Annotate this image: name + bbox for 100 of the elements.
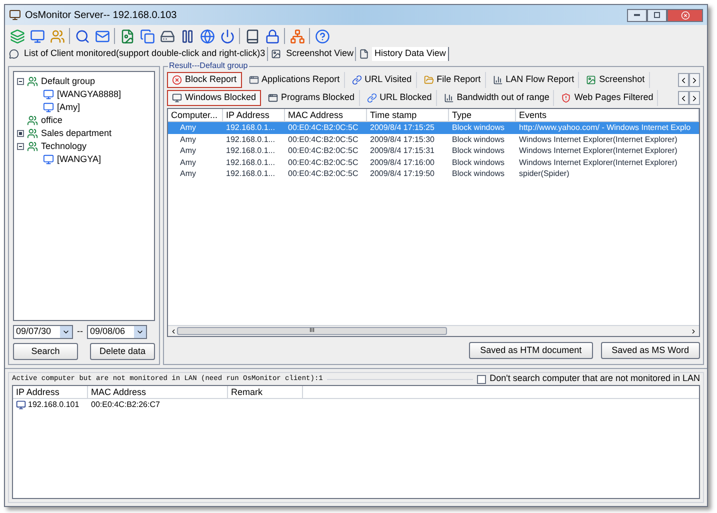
tree-item[interactable]: [WANGYA]: [57, 152, 102, 166]
table-cell-text: 192.168.0.1...: [225, 122, 276, 134]
tree-item[interactable]: [WANGYA8888]: [57, 88, 122, 102]
table-cell-text: 00:E0:4C:B2:0C:5C: [287, 168, 360, 180]
table-cell-text: Block windows: [451, 145, 506, 156]
power-tool-button[interactable]: [219, 28, 235, 44]
globe-tool-button[interactable]: [199, 28, 215, 44]
view-tab[interactable]: History Data View: [372, 47, 449, 61]
column-header[interactable]: Events: [516, 109, 699, 121]
disk-tool-button[interactable]: [159, 28, 175, 44]
report-tab[interactable]: LAN Flow Report: [488, 72, 580, 88]
tree-item[interactable]: Sales department: [41, 126, 112, 140]
close-button[interactable]: [667, 8, 703, 22]
link-icon: [352, 75, 362, 85]
document-icon: [120, 28, 134, 44]
mail-tool-button[interactable]: [94, 28, 110, 44]
column-header[interactable]: Remark: [228, 386, 303, 398]
window-title: OsMonitor Server-- 192.168.0.103: [25, 8, 177, 22]
table-row[interactable]: Amy 192.168.0.1... 00:E0:4C:B2:0C:5C 2009/8/4 17:15:30 Block windows Windows Internet Explorer(Internet Explorer): [168, 134, 699, 145]
lock-icon: [264, 28, 280, 44]
minimize-button[interactable]: [627, 8, 647, 22]
search-button[interactable]: Search: [13, 343, 78, 360]
tree-item[interactable]: Technology: [41, 140, 87, 154]
report-tab[interactable]: File Report: [420, 72, 486, 88]
monitor-icon: [30, 28, 44, 44]
column-header[interactable]: Computer...: [168, 109, 223, 121]
sub-tab[interactable]: Programs Blocked: [264, 90, 360, 106]
table-cell-text: Windows Internet Explorer(Internet Explorer): [518, 145, 678, 156]
table-cell-text: Windows Internet Explorer(Internet Explorer): [518, 134, 678, 145]
table-cell-text: 00:E0:4C:B2:0C:5C: [287, 145, 360, 156]
save-html-button[interactable]: Saved as HTM document: [469, 342, 593, 359]
computer-icon: [43, 154, 54, 165]
report-tab[interactable]: Screenshot: [582, 72, 650, 88]
table-row[interactable]: Amy 192.168.0.1... 00:E0:4C:B2:0C:5C 2009/8/4 17:19:50 Block windows spider(Spider): [168, 168, 699, 180]
dropdown-icon: [136, 328, 144, 336]
table-cell-text: Amy: [179, 134, 197, 145]
chart-icon: [444, 93, 454, 103]
help-tool-button[interactable]: [314, 28, 330, 44]
table-cell-text: 192.168.0.1...: [225, 168, 276, 180]
scroll-right-button[interactable]: [689, 73, 700, 87]
scroll-left-button[interactable]: [678, 73, 689, 87]
checkbox[interactable]: [476, 374, 486, 384]
view-tab[interactable]: Screenshot View: [284, 47, 356, 61]
table-cell: 192.168.0.101: [28, 399, 80, 411]
save-word-button[interactable]: Saved as MS Word: [600, 342, 700, 359]
network-tool-button[interactable]: [289, 28, 305, 44]
collapse-icon[interactable]: [17, 78, 24, 85]
expand-icon[interactable]: [17, 130, 24, 137]
table-cell-text: Amy: [179, 145, 197, 156]
dropdown-icon: [62, 328, 70, 336]
column-header[interactable]: Type: [449, 109, 516, 121]
scroll-left-button[interactable]: [678, 91, 689, 105]
maximize-button[interactable]: [647, 8, 667, 22]
chart-icon: [492, 75, 503, 85]
tree-item[interactable]: [Amy]: [57, 100, 80, 114]
layers-icon: [10, 28, 24, 44]
window-icon: [248, 75, 259, 85]
column-header[interactable]: IP Address: [13, 386, 88, 398]
column-header[interactable]: MAC Address: [285, 109, 367, 121]
lock-tool-button[interactable]: [264, 28, 280, 44]
report-tab[interactable]: Block Report: [167, 72, 242, 88]
sub-tab[interactable]: Bandwidth out of range: [440, 90, 554, 106]
monitor-icon: [172, 93, 182, 103]
copy-icon: [140, 28, 154, 44]
delete-button[interactable]: Delete data: [90, 343, 155, 360]
search-tool-button[interactable]: [74, 28, 90, 44]
date-separator: --: [77, 325, 83, 338]
column-header[interactable]: IP Address: [223, 109, 285, 121]
copy-tool-button[interactable]: [139, 28, 155, 44]
table-row[interactable]: Amy 192.168.0.1... 00:E0:4C:B2:0C:5C 2009/8/4 17:16:00 Block windows Windows Internet Explorer(Internet Explorer): [168, 156, 699, 168]
sub-tab[interactable]: URL Blocked: [362, 90, 437, 106]
sub-tab[interactable]: Web Pages Filtered: [557, 90, 658, 106]
date-to-field[interactable]: 09/08/06: [87, 325, 147, 339]
table-cell-text: Block windows: [451, 134, 506, 145]
tree-item[interactable]: Default group: [41, 74, 96, 88]
report-tab[interactable]: URL Visited: [348, 72, 417, 88]
table-cell-text: 00:E0:4C:B2:0C:5C: [287, 156, 360, 168]
monitor-tool-button[interactable]: [29, 28, 45, 44]
group-title: Result---Default group: [168, 61, 249, 70]
table-row[interactable]: Amy 192.168.0.1... 00:E0:4C:B2:0C:5C 2009/8/4 17:15:31 Block windows Windows Internet Explorer(Internet Explorer): [168, 145, 699, 156]
table-cell-text: Amy: [179, 156, 197, 168]
tree-item[interactable]: office: [41, 114, 62, 128]
computer-icon: [16, 400, 26, 410]
collapse-icon[interactable]: [17, 143, 24, 150]
table-cell: 00:E0:4C:B2:26:C7: [91, 399, 160, 411]
column-header[interactable]: MAC Address: [88, 386, 228, 398]
group-icon: [27, 115, 38, 126]
column-header[interactable]: Time stamp: [367, 109, 449, 121]
book-tool-button[interactable]: [244, 28, 260, 44]
table-cell-text: 192.168.0.1...: [225, 145, 276, 156]
users-tool-button[interactable]: [49, 28, 65, 44]
table-cell-text: 192.168.0.1...: [225, 134, 276, 145]
scroll-right-button[interactable]: [689, 91, 700, 105]
window-icon: [268, 93, 278, 103]
close-icon: [680, 10, 690, 20]
report-tab[interactable]: Applications Report: [244, 72, 345, 88]
layers-tool-button[interactable]: [9, 28, 25, 44]
sub-tab[interactable]: Windows Blocked: [167, 90, 262, 106]
date-from-field[interactable]: 09/07/30: [13, 325, 73, 339]
document-tool-button[interactable]: [119, 28, 135, 44]
